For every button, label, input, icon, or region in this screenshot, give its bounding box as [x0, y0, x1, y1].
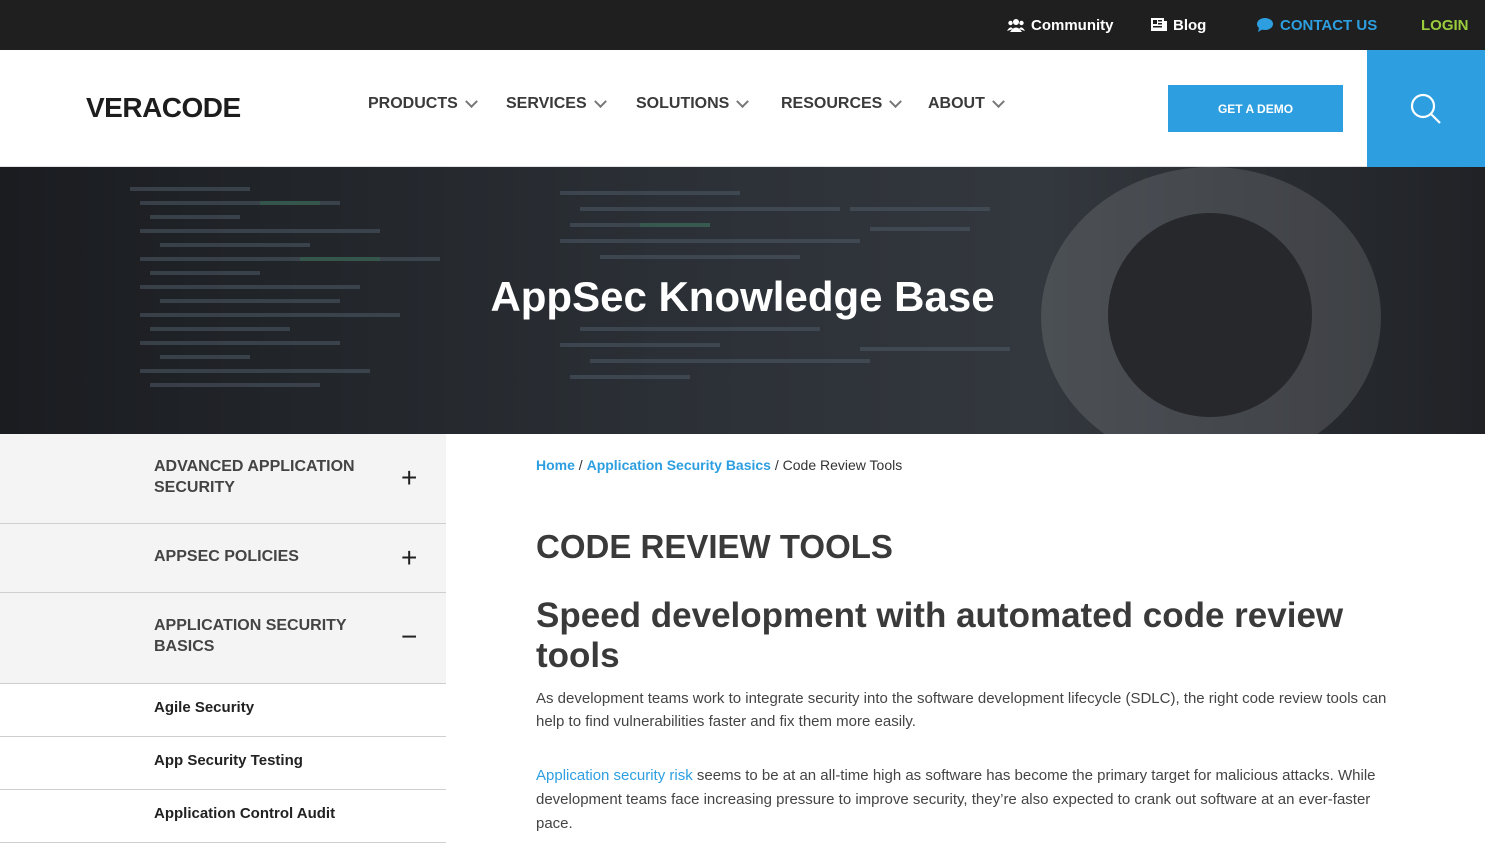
nav-solutions-label: SOLUTIONS	[636, 95, 730, 112]
page-title: CODE REVIEW TOOLS	[536, 528, 893, 565]
community-label: Community	[1031, 16, 1114, 34]
expand-plus-icon[interactable]: +	[401, 462, 417, 494]
app-security-risk-link[interactable]: Application security risk	[536, 767, 693, 784]
sidebar-item-app-security-testing[interactable]: App Security Testing	[0, 737, 446, 790]
chevron-down-icon	[736, 94, 750, 108]
community-icon	[1007, 19, 1025, 32]
chevron-down-icon	[992, 94, 1005, 108]
utility-bar: Community Blog CONTACT US LOGIN	[0, 0, 1485, 50]
sidebar-section-label: APPLICATION SECURITY BASICS	[154, 617, 347, 655]
nav-services[interactable]: SERVICES	[506, 94, 607, 113]
sidebar-item-application-control-audit[interactable]: Application Control Audit	[0, 790, 446, 843]
knowledge-base-sidebar: ADVANCED APPLICATION SECURITY + APPSEC P…	[0, 434, 446, 843]
sidebar-item-label: Agile Security	[154, 699, 255, 716]
community-link[interactable]: Community	[1007, 0, 1114, 50]
sidebar-section-appsec-policies[interactable]: APPSEC POLICIES +	[0, 524, 446, 593]
sidebar-section-appsec-basics[interactable]: APPLICATION SECURITY BASICS −	[0, 593, 446, 684]
sidebar-item-label: App Security Testing	[154, 752, 303, 769]
sidebar-section-label: ADVANCED APPLICATION SECURITY	[154, 458, 355, 496]
breadcrumb-home-link[interactable]: Home	[536, 457, 575, 473]
chevron-down-icon	[464, 94, 478, 108]
nav-about-label: ABOUT	[928, 95, 985, 112]
main-nav: VERACODE PRODUCTS SERVICES SOLUTIONS RES…	[0, 50, 1485, 167]
expand-plus-icon[interactable]: +	[401, 542, 417, 574]
veracode-logo[interactable]: VERACODE	[86, 92, 241, 124]
login-label: LOGIN	[1421, 16, 1469, 34]
nav-solutions[interactable]: SOLUTIONS	[636, 94, 750, 113]
sidebar-item-label: Application Control Audit	[154, 805, 336, 822]
breadcrumb-separator: /	[574, 457, 587, 473]
login-link[interactable]: LOGIN	[1421, 0, 1469, 50]
nav-products-label: PRODUCTS	[368, 95, 458, 112]
nav-products[interactable]: PRODUCTS	[368, 94, 478, 113]
nav-about[interactable]: ABOUT	[928, 94, 1005, 113]
sidebar-section-label: APPSEC POLICIES	[154, 548, 299, 565]
breadcrumb: Home / Application Security Basics / Cod…	[536, 457, 902, 473]
get-a-demo-button[interactable]: GET A DEMO	[1168, 85, 1343, 132]
collapse-minus-icon[interactable]: −	[401, 621, 417, 653]
body-paragraph: Application security risk seems to be at…	[536, 764, 1396, 836]
search-button[interactable]	[1367, 50, 1485, 167]
blog-label: Blog	[1173, 16, 1207, 34]
chevron-down-icon	[889, 94, 903, 108]
chevron-down-icon	[593, 94, 607, 108]
chat-bubble-icon	[1257, 18, 1273, 32]
blog-icon	[1151, 18, 1167, 31]
breadcrumb-current: Code Review Tools	[782, 457, 903, 473]
hero-banner: AppSec Knowledge Base	[0, 167, 1485, 434]
search-icon	[1410, 93, 1441, 124]
page-hero-title: AppSec Knowledge Base	[490, 273, 995, 320]
nav-resources[interactable]: RESOURCES	[781, 94, 903, 113]
nav-resources-label: RESOURCES	[781, 95, 883, 112]
contact-us-link[interactable]: CONTACT US	[1256, 0, 1377, 50]
blog-link[interactable]: Blog	[1151, 0, 1206, 50]
contact-us-label: CONTACT US	[1280, 16, 1378, 34]
sidebar-section-advanced-appsec[interactable]: ADVANCED APPLICATION SECURITY +	[0, 434, 446, 524]
breadcrumb-section-link[interactable]: Application Security Basics	[587, 457, 771, 473]
page-subtitle: Speed development with automated code re…	[536, 596, 1344, 675]
intro-paragraph: As development teams work to integrate s…	[536, 690, 1387, 730]
breadcrumb-separator: /	[770, 457, 783, 473]
sidebar-item-agile-security[interactable]: Agile Security	[0, 684, 446, 737]
nav-services-label: SERVICES	[506, 95, 587, 112]
